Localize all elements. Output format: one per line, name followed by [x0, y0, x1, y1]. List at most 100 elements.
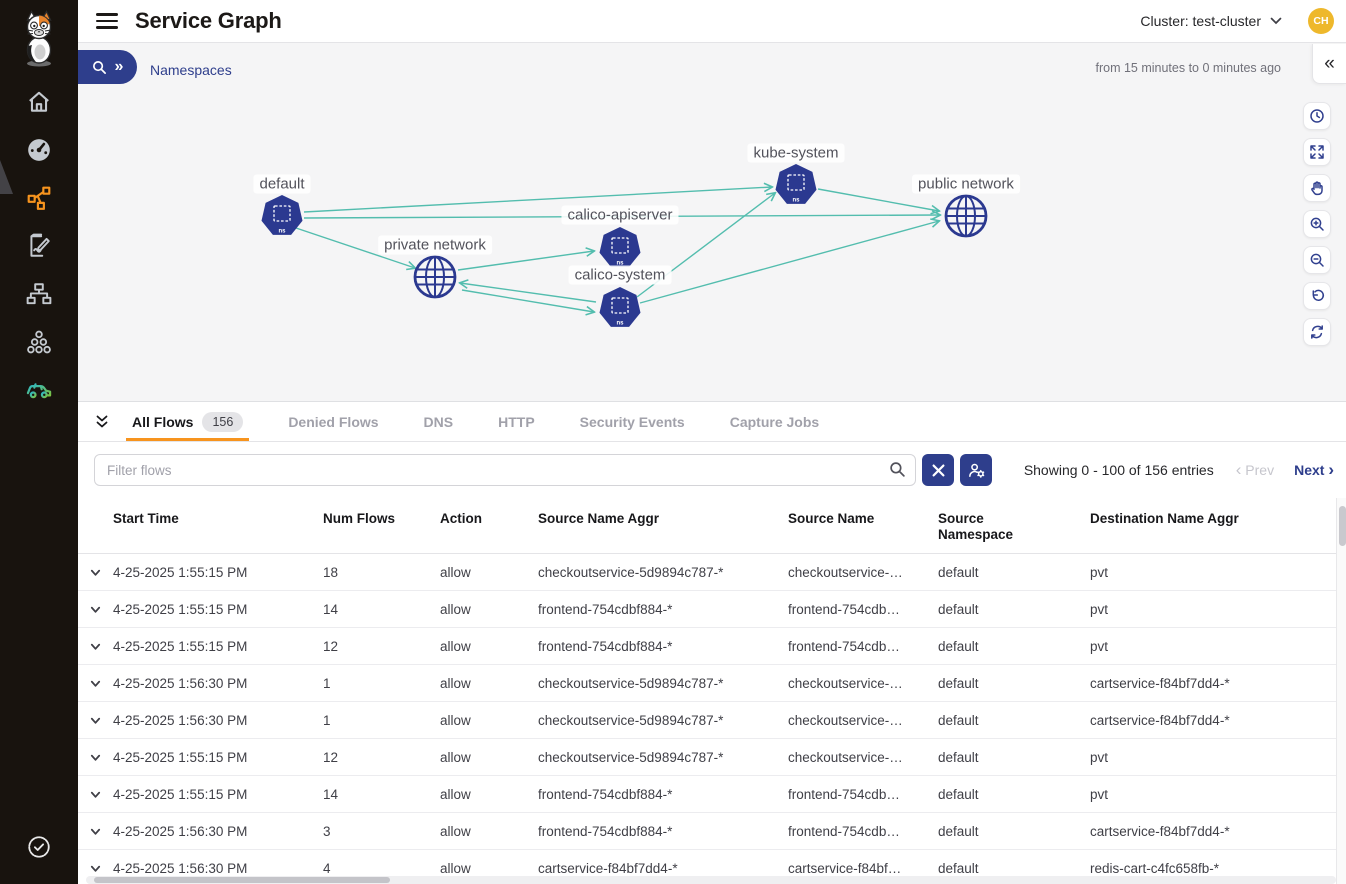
column-header[interactable]: Action	[440, 498, 538, 553]
cell-source-name: frontend-754cdb…	[788, 602, 938, 617]
collapse-flows-panel-button[interactable]	[78, 402, 126, 441]
network-topology-icon	[26, 281, 52, 307]
clear-filter-button[interactable]	[922, 454, 954, 486]
hamburger-menu-icon[interactable]	[96, 13, 118, 29]
cell-start-time: 4-25-2025 1:56:30 PM	[113, 713, 323, 728]
avatar[interactable]: CH	[1308, 8, 1334, 34]
vertical-scrollbar[interactable]	[1336, 498, 1346, 884]
node-kube-system[interactable]	[776, 164, 817, 204]
column-header[interactable]: Source Name	[788, 498, 938, 553]
fit-to-screen-button[interactable]	[1303, 138, 1331, 166]
graph-search-pill[interactable]: »	[78, 50, 137, 84]
node-label[interactable]: calico-apiserver	[561, 206, 678, 225]
search-icon	[92, 60, 107, 75]
node-default[interactable]	[262, 195, 303, 235]
row-expand-button[interactable]	[78, 566, 113, 579]
zoom-out-button[interactable]	[1303, 246, 1331, 274]
cell-start-time: 4-25-2025 1:55:15 PM	[113, 787, 323, 802]
node-label[interactable]: public network	[912, 175, 1020, 194]
row-expand-button[interactable]	[78, 677, 113, 690]
node-calico-system[interactable]	[600, 287, 641, 327]
column-header[interactable]: Source Name Aggr	[538, 498, 788, 553]
column-header[interactable]: Source Namespace	[938, 498, 1090, 553]
chevron-down-icon	[89, 825, 102, 838]
customize-columns-button[interactable]	[960, 454, 992, 486]
next-page-button[interactable]: Next ›	[1294, 460, 1334, 480]
sidebar-item-home[interactable]	[0, 82, 78, 122]
row-expand-button[interactable]	[78, 640, 113, 653]
tab-all-flows[interactable]: All Flows 156	[126, 402, 249, 441]
collapse-panel-icon: «	[1324, 53, 1335, 75]
node-label[interactable]: kube-system	[747, 144, 844, 163]
column-header[interactable]: Start Time	[113, 498, 323, 553]
search-icon[interactable]	[889, 461, 906, 478]
tab-dns[interactable]: DNS	[418, 402, 460, 441]
sidebar-item-car[interactable]	[0, 369, 78, 409]
tab-capture-jobs[interactable]: Capture Jobs	[724, 402, 825, 441]
breadcrumb[interactable]: Namespaces	[150, 62, 232, 78]
sidebar-item-service-graph[interactable]	[0, 178, 78, 218]
zoom-in-button[interactable]	[1303, 210, 1331, 238]
row-expand-button[interactable]	[78, 825, 113, 838]
car-icon	[25, 375, 53, 403]
cell-source-name-aggr: checkoutservice-5d9894c787-*	[538, 676, 788, 691]
node-private-network[interactable]	[415, 257, 455, 297]
collapse-right-panel-button[interactable]: «	[1312, 44, 1346, 84]
node-public-network[interactable]	[946, 196, 986, 236]
zoom-out-icon	[1309, 252, 1325, 268]
cell-source-name: frontend-754cdb…	[788, 824, 938, 839]
cluster-selector[interactable]: Cluster: test-cluster	[1140, 13, 1282, 29]
graph-layer[interactable]: ns	[78, 85, 1346, 402]
column-header[interactable]: Destination Name Aggr	[1090, 498, 1336, 553]
prev-page-button[interactable]: ‹ Prev	[1236, 460, 1274, 480]
horizontal-scrollbar-thumb[interactable]	[94, 877, 390, 883]
sidebar-item-verified[interactable]	[0, 827, 78, 867]
cell-dest-name-aggr: pvt	[1090, 565, 1336, 580]
cell-source-name: cartservice-f84bf…	[788, 861, 938, 876]
all-flows-count-badge: 156	[202, 412, 243, 432]
sidebar-item-network-topology[interactable]	[0, 274, 78, 314]
node-label[interactable]: calico-system	[569, 266, 672, 285]
table-row[interactable]: 4-25-2025 1:55:15 PM 14 allow frontend-7…	[78, 776, 1336, 813]
reset-view-button[interactable]	[1303, 282, 1331, 310]
row-expand-button[interactable]	[78, 862, 113, 875]
tab-security-events[interactable]: Security Events	[574, 402, 691, 441]
cell-action: allow	[440, 787, 538, 802]
row-expand-button[interactable]	[78, 714, 113, 727]
filter-flows-input[interactable]	[94, 454, 916, 486]
table-row[interactable]: 4-25-2025 1:56:30 PM 3 allow frontend-75…	[78, 813, 1336, 850]
time-settings-button[interactable]	[1303, 102, 1331, 130]
table-row[interactable]: 4-25-2025 1:55:15 PM 12 allow checkoutse…	[78, 739, 1336, 776]
tab-http[interactable]: HTTP	[492, 402, 541, 441]
column-header[interactable]: Num Flows	[323, 498, 440, 553]
row-expand-button[interactable]	[78, 603, 113, 616]
pan-button[interactable]	[1303, 174, 1331, 202]
cell-source-name-aggr: frontend-754cdbf884-*	[538, 602, 788, 617]
chevron-down-icon	[89, 566, 102, 579]
sidebar-item-reports[interactable]	[0, 226, 78, 266]
refresh-button[interactable]	[1303, 318, 1331, 346]
cell-action: allow	[440, 639, 538, 654]
cell-source-namespace: default	[938, 713, 1090, 728]
table-row[interactable]: 4-25-2025 1:56:30 PM 1 allow checkoutser…	[78, 665, 1336, 702]
table-row[interactable]: 4-25-2025 1:55:15 PM 12 allow frontend-7…	[78, 628, 1336, 665]
table-row[interactable]: 4-25-2025 1:55:15 PM 14 allow frontend-7…	[78, 591, 1336, 628]
row-expand-button[interactable]	[78, 751, 113, 764]
table-row[interactable]: 4-25-2025 1:56:30 PM 1 allow checkoutser…	[78, 702, 1336, 739]
sidebar-item-dashboard[interactable]	[0, 130, 78, 170]
vertical-scrollbar-thumb[interactable]	[1339, 506, 1346, 546]
tab-denied-flows[interactable]: Denied Flows	[282, 402, 384, 441]
cell-dest-name-aggr: pvt	[1090, 787, 1336, 802]
cell-source-name: checkoutservice-…	[788, 565, 938, 580]
node-calico-apiserver[interactable]	[600, 227, 641, 267]
double-chevron-down-icon	[94, 414, 110, 430]
chevron-down-icon	[89, 862, 102, 875]
row-expand-button[interactable]	[78, 788, 113, 801]
horizontal-scrollbar[interactable]	[86, 876, 1336, 884]
node-label[interactable]: private network	[378, 236, 492, 255]
cell-source-namespace: default	[938, 565, 1090, 580]
tab-label: HTTP	[498, 414, 535, 430]
node-label[interactable]: default	[253, 175, 310, 194]
sidebar-item-clusters[interactable]	[0, 322, 78, 362]
table-row[interactable]: 4-25-2025 1:55:15 PM 18 allow checkoutse…	[78, 554, 1336, 591]
